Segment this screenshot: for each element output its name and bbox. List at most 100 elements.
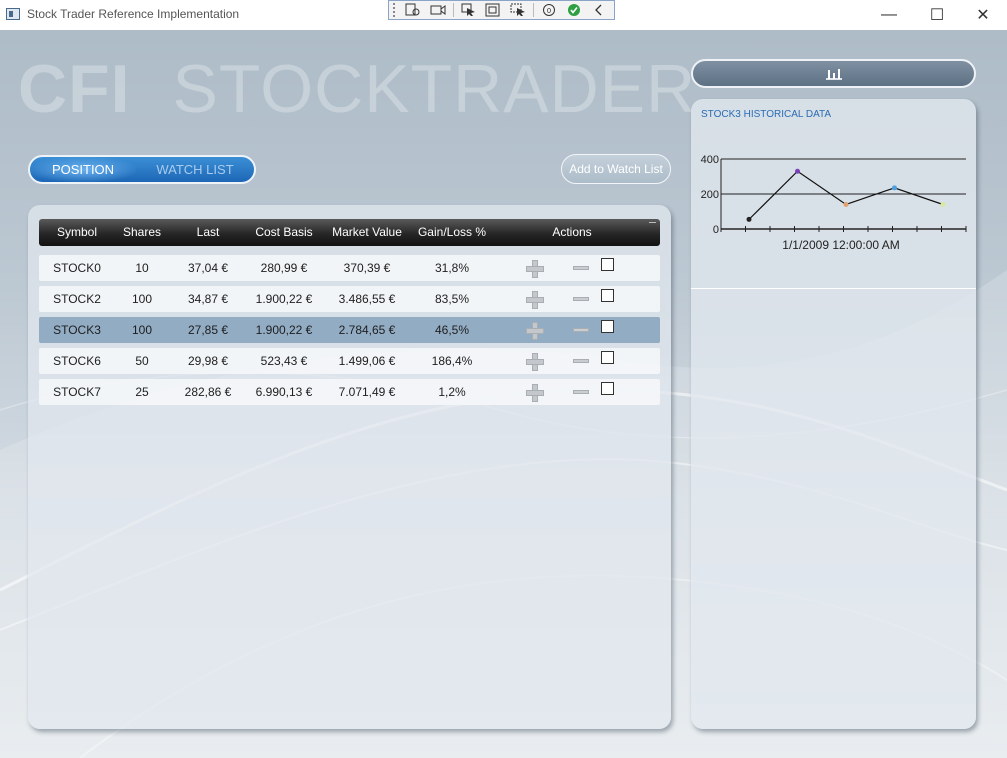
- row-select-checkbox[interactable]: [601, 382, 614, 395]
- svg-text:0: 0: [547, 7, 551, 15]
- sell-minus-icon[interactable]: [573, 328, 589, 332]
- cell-cost-basis: 1.900,22 €: [255, 292, 313, 306]
- window-title: Stock Trader Reference Implementation: [27, 7, 240, 21]
- data-point: [843, 202, 849, 207]
- cell-shares: 50: [135, 354, 149, 368]
- sell-minus-icon[interactable]: [573, 359, 589, 363]
- cell-shares: 100: [131, 292, 153, 306]
- series-line: [748, 170, 944, 220]
- position-row[interactable]: STOCK2 100 34,87 € 1.900,22 € 3.486,55 €…: [39, 286, 660, 312]
- y-tick-label: 400: [701, 154, 719, 166]
- data-point: [795, 168, 800, 174]
- cell-market-value: 2.784,65 €: [338, 323, 396, 337]
- sell-minus-icon[interactable]: [573, 266, 589, 270]
- column-header-symbol[interactable]: Symbol: [42, 219, 112, 246]
- cell-gain-loss: 186,4%: [431, 354, 473, 368]
- app-shell: CFI STOCKTRADER POSITION WATCH LIST Add t…: [0, 30, 1007, 758]
- cell-last: 37,04 €: [187, 261, 229, 275]
- view-tabs: POSITION WATCH LIST: [28, 155, 256, 184]
- cell-gain-loss: 46,5%: [434, 323, 470, 337]
- track-focus-icon[interactable]: [508, 2, 528, 18]
- column-header-gain-loss[interactable]: Gain/Loss %: [410, 219, 494, 246]
- position-row[interactable]: STOCK7 25 282,86 € 6.990,13 € 7.071,49 €…: [39, 379, 660, 405]
- header-resize-grip[interactable]: [649, 222, 656, 223]
- cell-shares: 100: [131, 323, 153, 337]
- column-header-last[interactable]: Last: [172, 219, 244, 246]
- cell-market-value: 370,39 €: [343, 261, 391, 275]
- buy-plus-icon[interactable]: [526, 353, 544, 371]
- column-header-cost-basis[interactable]: Cost Basis: [244, 219, 324, 246]
- select-element-icon[interactable]: [459, 2, 479, 18]
- cell-last: 34,87 €: [187, 292, 229, 306]
- cell-symbol: STOCK0: [53, 261, 101, 275]
- y-tick-label: 200: [701, 189, 719, 201]
- cell-symbol: STOCK7: [53, 385, 101, 399]
- positions-grid-header: Symbol Shares Last Cost Basis Market Val…: [39, 219, 660, 246]
- app-icon: [6, 8, 20, 20]
- cell-shares: 25: [135, 385, 149, 399]
- row-select-checkbox[interactable]: [601, 289, 614, 302]
- window-titlebar: Stock Trader Reference Implementation 0: [0, 0, 1007, 30]
- toolbar-separator: [533, 3, 535, 17]
- cell-symbol: STOCK6: [53, 354, 101, 368]
- brand-logo-bold: CFI: [18, 51, 131, 127]
- row-select-checkbox[interactable]: [601, 320, 614, 333]
- data-point: [746, 216, 752, 222]
- column-header-shares[interactable]: Shares: [112, 219, 172, 246]
- live-tree-icon[interactable]: [403, 2, 423, 18]
- position-row-selected[interactable]: STOCK3 100 27,85 € 1.900,22 € 2.784,65 €…: [39, 317, 660, 343]
- positions-panel: Symbol Shares Last Cost Basis Market Val…: [28, 205, 671, 729]
- cell-cost-basis: 6.990,13 €: [255, 385, 313, 399]
- cell-gain-loss: 31,8%: [434, 261, 470, 275]
- chart-title: STOCK3 HISTORICAL DATA: [701, 109, 832, 120]
- buy-plus-icon[interactable]: [526, 260, 544, 278]
- buy-plus-icon[interactable]: [526, 384, 544, 402]
- cell-gain-loss: 1,2%: [438, 385, 466, 399]
- tab-watch-list[interactable]: WATCH LIST: [136, 157, 254, 182]
- row-select-checkbox[interactable]: [601, 258, 614, 271]
- cell-last: 282,86 €: [184, 385, 232, 399]
- tab-position[interactable]: POSITION: [30, 157, 136, 182]
- sell-minus-icon[interactable]: [573, 297, 589, 301]
- cell-market-value: 3.486,55 €: [338, 292, 396, 306]
- cell-last: 27,85 €: [187, 323, 229, 337]
- brand-logo: CFI STOCKTRADER: [18, 50, 696, 128]
- check-icon[interactable]: [564, 2, 584, 18]
- cell-market-value: 7.071,49 €: [338, 385, 396, 399]
- buy-plus-icon[interactable]: [526, 322, 544, 340]
- position-row[interactable]: STOCK0 10 37,04 € 280,99 € 370,39 € 31,8…: [39, 255, 660, 281]
- data-point: [940, 202, 946, 207]
- bar-chart-icon: [825, 68, 842, 80]
- cell-cost-basis: 280,99 €: [260, 261, 308, 275]
- cell-shares: 10: [135, 261, 149, 275]
- brand-logo-light: STOCKTRADER: [172, 51, 697, 127]
- cell-gain-loss: 83,5%: [434, 292, 470, 306]
- cell-cost-basis: 523,43 €: [260, 354, 308, 368]
- sell-minus-icon[interactable]: [573, 390, 589, 394]
- binding-failures-icon[interactable]: 0: [539, 2, 559, 18]
- toolbar-separator: [452, 3, 454, 17]
- cell-symbol: STOCK3: [53, 323, 101, 337]
- debug-toolbar: 0: [388, 0, 615, 20]
- position-row[interactable]: STOCK6 50 29,98 € 523,43 € 1.499,06 € 18…: [39, 348, 660, 374]
- minimize-button[interactable]: —: [866, 2, 912, 28]
- collapse-toolbar-icon[interactable]: [589, 2, 609, 18]
- historical-data-panel: STOCK3 HISTORICAL DATA 0 200 400 1/1/2009 1…: [691, 99, 976, 729]
- add-to-watch-list-button[interactable]: Add to Watch List: [561, 154, 671, 184]
- close-button[interactable]: ✕: [960, 2, 1006, 28]
- video-camera-icon[interactable]: [428, 2, 448, 18]
- toolbar-grip-icon[interactable]: [393, 3, 397, 17]
- cell-cost-basis: 1.900,22 €: [255, 323, 313, 337]
- display-layout-adorners-icon[interactable]: [483, 2, 503, 18]
- column-header-actions: Actions: [552, 225, 592, 239]
- x-axis-label: 1/1/2009 12:00:00 AM: [782, 238, 899, 252]
- cell-last: 29,98 €: [187, 354, 229, 368]
- cell-symbol: STOCK2: [53, 292, 101, 306]
- cell-market-value: 1.499,06 €: [338, 354, 396, 368]
- historical-line-chart: 0 200 400 1/1/2009 12:00:00 AM: [701, 154, 967, 252]
- maximize-button[interactable]: ☐: [914, 2, 960, 28]
- column-header-market-value[interactable]: Market Value: [324, 219, 410, 246]
- row-select-checkbox[interactable]: [601, 351, 614, 364]
- buy-plus-icon[interactable]: [526, 291, 544, 309]
- chart-toggle-button[interactable]: [691, 59, 976, 88]
